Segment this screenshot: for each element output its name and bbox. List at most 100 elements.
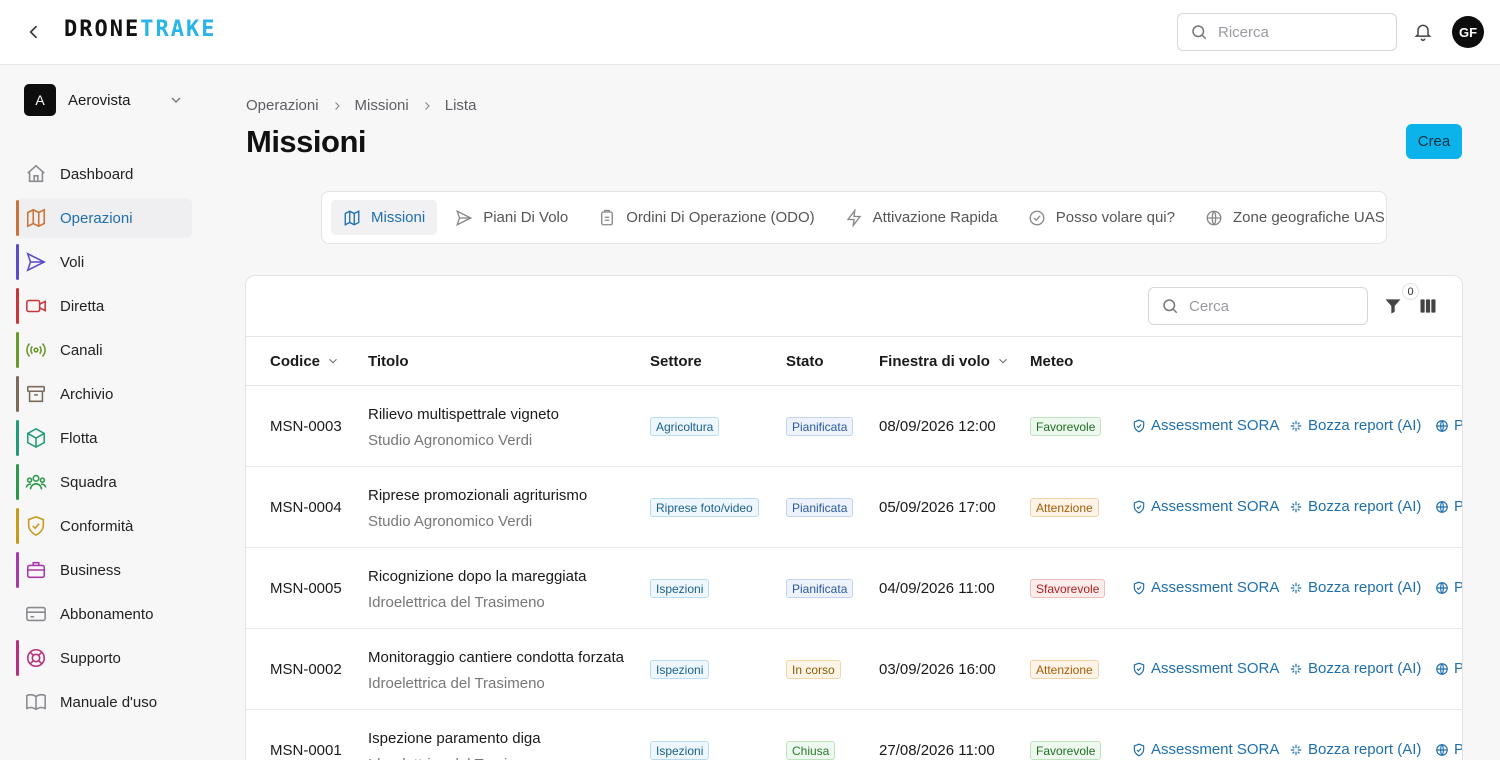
archive-icon bbox=[25, 383, 47, 405]
sora-assessment-link[interactable]: Assessment SORA bbox=[1131, 417, 1279, 434]
sidebar-item-diretta[interactable]: Diretta bbox=[16, 286, 192, 326]
chevron-down-icon bbox=[171, 97, 181, 103]
flight-window: 03/09/2026 16:00 bbox=[879, 661, 996, 678]
tab-label: Ordini Di Operazione (ODO) bbox=[626, 209, 815, 226]
search-icon bbox=[1192, 25, 1207, 40]
sora-assessment-link[interactable]: Assessment SORA bbox=[1131, 579, 1279, 596]
sidebar-item-label: Dashboard bbox=[60, 165, 134, 183]
sidebar-item-archivio[interactable]: Archivio bbox=[16, 374, 192, 414]
notifications-button[interactable] bbox=[1411, 20, 1435, 44]
more-action-link[interactable]: P bbox=[1434, 741, 1462, 758]
mission-title[interactable]: Ricognizione dopo la mareggiata bbox=[368, 568, 586, 585]
table-row[interactable]: MSN-0004 Riprese promozionali agriturismo… bbox=[246, 467, 1462, 548]
sparkle-icon bbox=[1288, 742, 1303, 757]
table-search-input[interactable] bbox=[1189, 297, 1349, 315]
table-row[interactable]: MSN-0002 Monitoraggio cantiere condotta f… bbox=[246, 629, 1462, 710]
sora-assessment-link[interactable]: Assessment SORA bbox=[1131, 660, 1279, 677]
mission-title[interactable]: Ispezione paramento diga bbox=[368, 730, 541, 747]
sora-assessment-link[interactable]: Assessment SORA bbox=[1131, 498, 1279, 515]
tab-posso-volare-qui[interactable]: Posso volare qui? bbox=[1016, 200, 1187, 235]
more-action-link[interactable]: P bbox=[1434, 579, 1462, 596]
column-header-settore[interactable]: Settore bbox=[650, 337, 702, 385]
sidebar-item-manuale[interactable]: Manuale d'uso bbox=[16, 682, 192, 722]
sidebar-item-dashboard[interactable]: Dashboard bbox=[16, 154, 192, 194]
mission-client: Studio Agronomico Verdi bbox=[368, 432, 533, 449]
column-header-meteo[interactable]: Meteo bbox=[1030, 337, 1073, 385]
shield-check-icon bbox=[1131, 418, 1146, 433]
sidebar-nav: Dashboard Operazioni Voli Diretta Canali… bbox=[16, 154, 192, 726]
briefcase-icon bbox=[25, 559, 47, 581]
user-avatar[interactable]: GF bbox=[1452, 16, 1484, 48]
ai-report-link[interactable]: Bozza report (AI) bbox=[1288, 579, 1421, 596]
mission-client: Idroelettrica del Trasimeno bbox=[368, 594, 545, 611]
ai-report-link[interactable]: Bozza report (AI) bbox=[1288, 417, 1421, 434]
column-header-codice[interactable]: Codice bbox=[270, 337, 340, 385]
sidebar-item-supporto[interactable]: Supporto bbox=[16, 638, 192, 678]
ai-report-link[interactable]: Bozza report (AI) bbox=[1288, 741, 1421, 758]
create-button[interactable]: Crea bbox=[1406, 124, 1462, 159]
back-button[interactable] bbox=[22, 20, 46, 44]
zap-icon bbox=[845, 208, 863, 227]
columns-icon[interactable] bbox=[1418, 296, 1438, 316]
column-header-titolo[interactable]: Titolo bbox=[368, 337, 409, 385]
tab-piani-di-volo[interactable]: Piani Di Volo bbox=[443, 200, 580, 235]
filter-icon[interactable] bbox=[1383, 296, 1403, 316]
page-title: Missioni bbox=[246, 124, 367, 159]
sidebar-item-voli[interactable]: Voli bbox=[16, 242, 192, 282]
table-row[interactable]: MSN-0003 Rilievo multispettrale vigneto St… bbox=[246, 386, 1462, 467]
sidebar-item-canali[interactable]: Canali bbox=[16, 330, 192, 370]
flight-window: 08/09/2026 12:00 bbox=[879, 418, 996, 435]
column-header-stato[interactable]: Stato bbox=[786, 337, 824, 385]
sidebar-item-conformita[interactable]: Conformità bbox=[16, 506, 192, 546]
sora-assessment-link[interactable]: Assessment SORA bbox=[1131, 741, 1279, 758]
global-search-input[interactable] bbox=[1218, 23, 1378, 41]
breadcrumb-item-missioni[interactable]: Missioni bbox=[355, 97, 409, 114]
globe-icon bbox=[1434, 661, 1449, 676]
breadcrumb-item-operazioni[interactable]: Operazioni bbox=[246, 97, 319, 114]
org-selector[interactable]: A Aerovista bbox=[24, 84, 184, 116]
shield-check-icon bbox=[1131, 499, 1146, 514]
app-logo[interactable]: DRONETRAKE bbox=[64, 17, 216, 42]
tab-label: Zone geografiche UAS bbox=[1232, 209, 1385, 226]
shield-check-icon bbox=[1131, 580, 1146, 595]
tab-zone-geografiche[interactable]: Zone geografiche UAS bbox=[1193, 200, 1397, 235]
org-name: Aerovista bbox=[68, 91, 131, 109]
sidebar-item-business[interactable]: Business bbox=[16, 550, 192, 590]
missions-table-card: 0 Codice Titolo Settore Stato Finestra d… bbox=[245, 275, 1463, 760]
weather-badge: Attenzione bbox=[1030, 660, 1099, 679]
more-action-link[interactable]: P bbox=[1434, 660, 1462, 677]
sidebar-item-label: Diretta bbox=[60, 297, 105, 315]
tab-attivazione-rapida[interactable]: Attivazione Rapida bbox=[833, 200, 1010, 235]
mission-code: MSN-0003 bbox=[270, 418, 342, 435]
ai-report-link[interactable]: Bozza report (AI) bbox=[1288, 498, 1421, 515]
table-row[interactable]: MSN-0001 Ispezione paramento diga Idroelet… bbox=[246, 710, 1462, 760]
tab-label: Missioni bbox=[371, 209, 426, 226]
mission-title[interactable]: Riprese promozionali agriturismo bbox=[368, 487, 587, 504]
flight-window: 27/08/2026 11:00 bbox=[879, 742, 995, 759]
bell-icon bbox=[1414, 24, 1432, 42]
tab-ordini-di-operazione[interactable]: Ordini Di Operazione (ODO) bbox=[586, 200, 826, 235]
users-icon bbox=[25, 471, 47, 493]
sidebar-item-operazioni[interactable]: Operazioni bbox=[16, 198, 192, 238]
tab-missioni[interactable]: Missioni bbox=[331, 200, 438, 235]
mission-title[interactable]: Rilievo multispettrale vigneto bbox=[368, 406, 559, 423]
sidebar-item-label: Business bbox=[60, 561, 121, 579]
ai-report-link[interactable]: Bozza report (AI) bbox=[1288, 660, 1421, 677]
mission-code: MSN-0001 bbox=[270, 742, 342, 759]
credit-card-icon bbox=[25, 603, 47, 625]
chevron-left-icon bbox=[29, 25, 38, 39]
sidebar-item-squadra[interactable]: Squadra bbox=[16, 462, 192, 502]
global-search bbox=[1177, 13, 1397, 51]
sidebar-item-abbonamento[interactable]: Abbonamento bbox=[16, 594, 192, 634]
more-action-link[interactable]: P bbox=[1434, 498, 1462, 515]
sidebar-item-label: Canali bbox=[60, 341, 103, 359]
search-icon bbox=[1163, 299, 1178, 314]
more-action-link[interactable]: P bbox=[1434, 417, 1462, 434]
sidebar-item-flotta[interactable]: Flotta bbox=[16, 418, 192, 458]
globe-icon bbox=[1434, 742, 1449, 757]
table-row[interactable]: MSN-0005 Ricognizione dopo la mareggiata I… bbox=[246, 548, 1462, 629]
sector-badge: Agricoltura bbox=[650, 417, 720, 436]
column-header-finestra[interactable]: Finestra di volo bbox=[879, 337, 1010, 385]
mission-title[interactable]: Monitoraggio cantiere condotta forzata bbox=[368, 649, 624, 666]
chevron-right-icon bbox=[331, 100, 343, 112]
